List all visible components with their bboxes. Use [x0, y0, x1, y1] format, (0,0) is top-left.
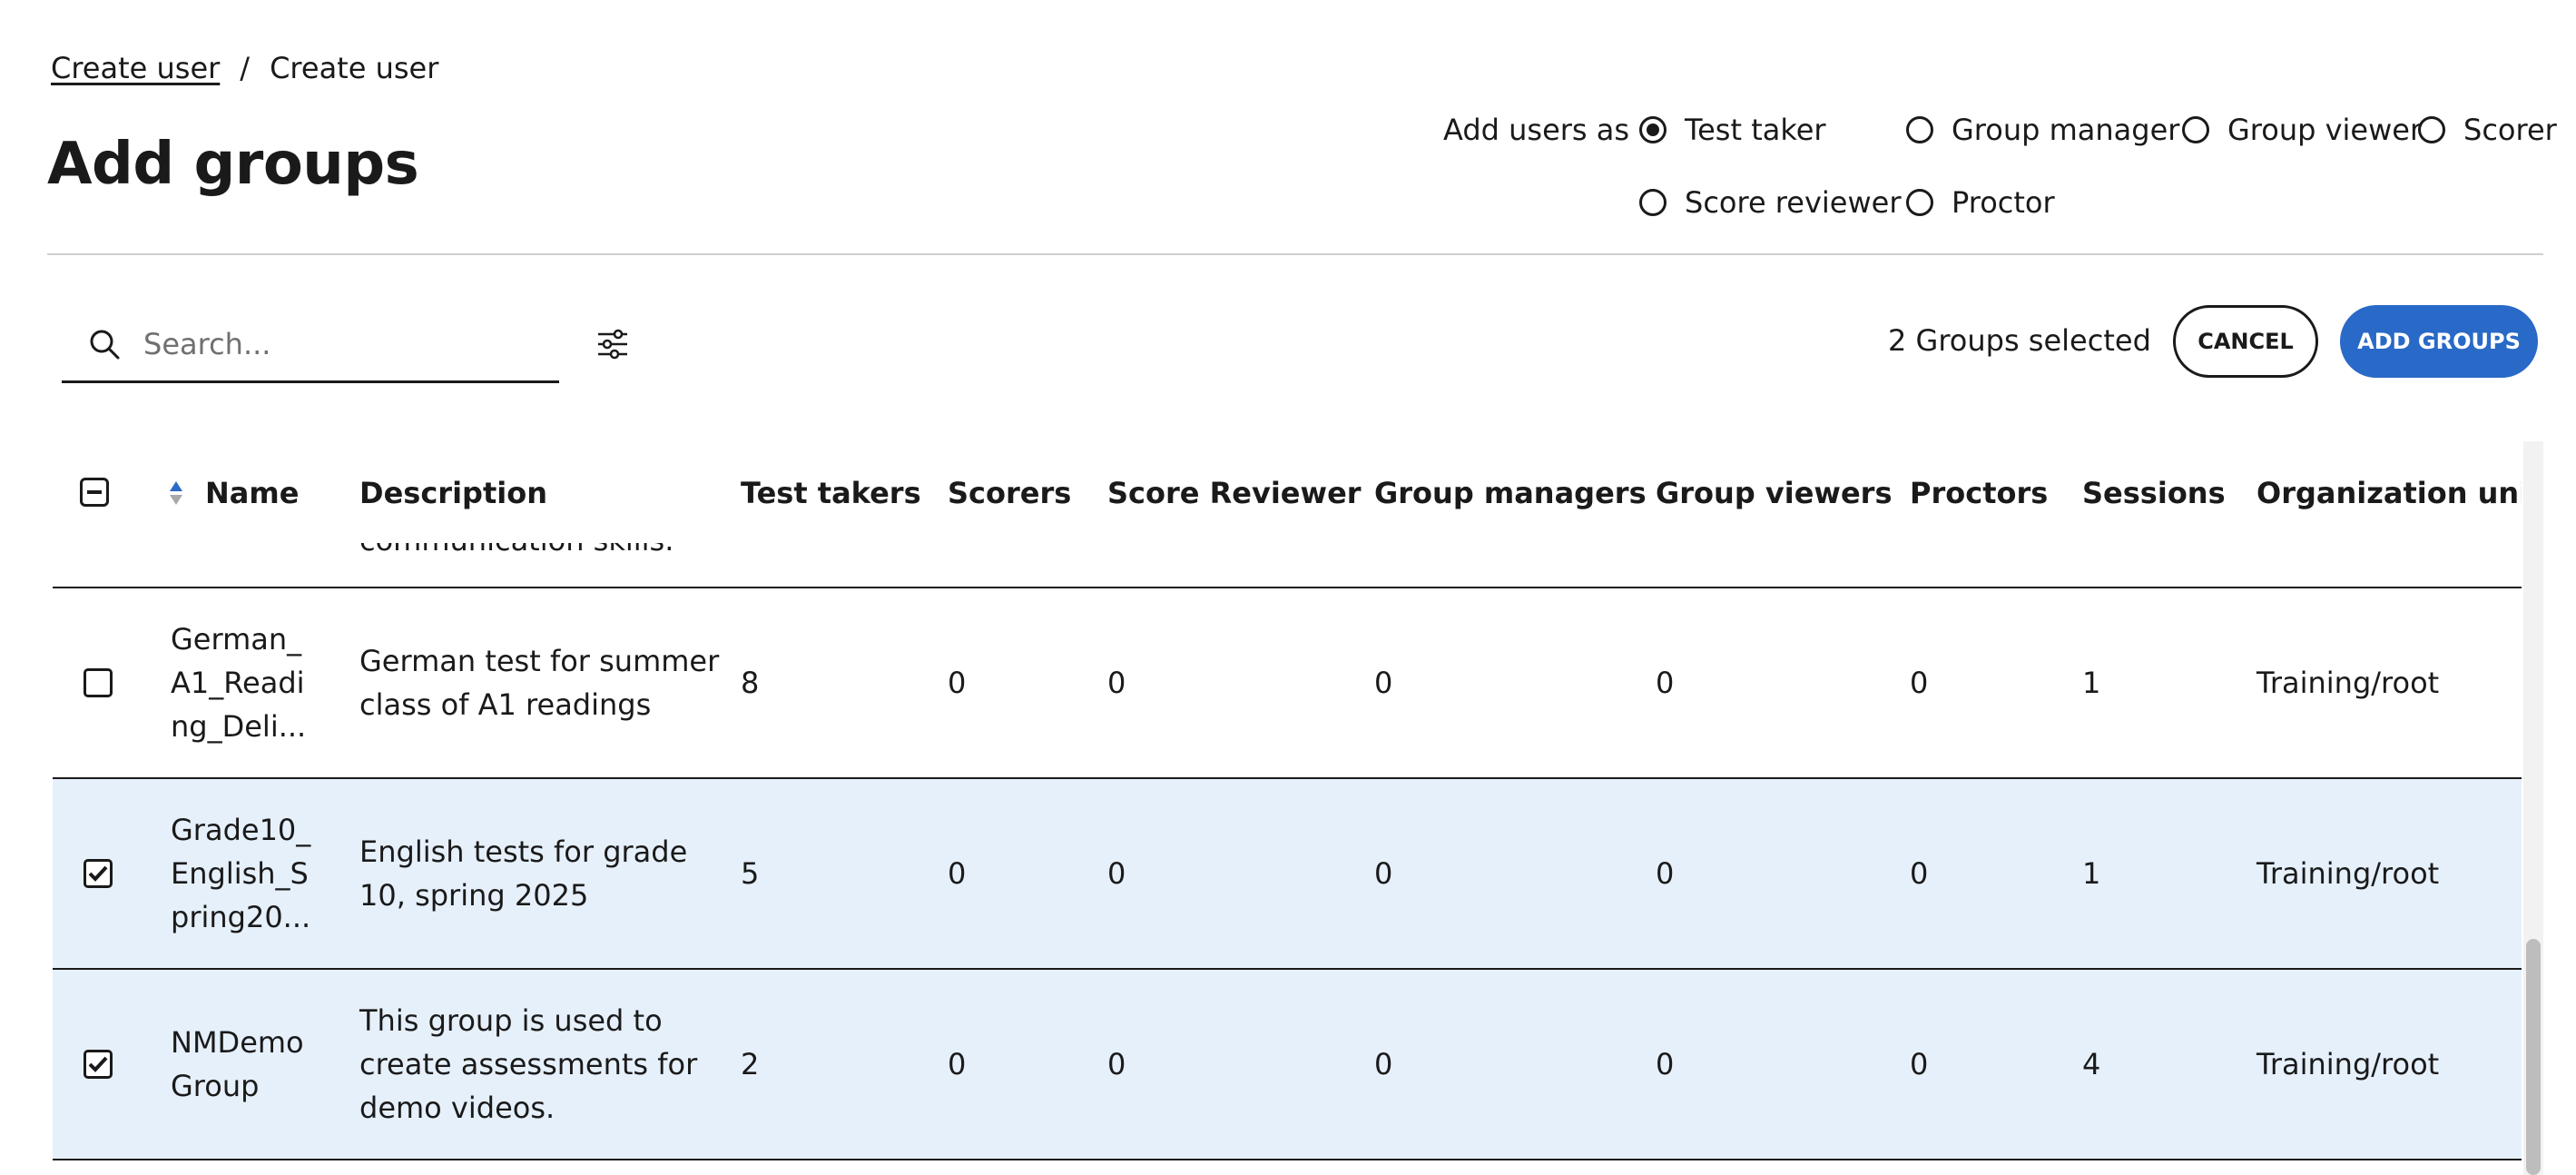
radio-unselected-icon — [1639, 189, 1667, 216]
test-takers-count: 2 — [741, 1047, 760, 1081]
breadcrumb-separator: / — [240, 51, 251, 85]
filter-button[interactable] — [592, 323, 634, 365]
group-viewers-count: 0 — [1656, 856, 1675, 891]
page-title: Add groups — [47, 131, 419, 198]
search-input[interactable] — [143, 326, 525, 361]
column-header-test-takers: Test takers — [741, 476, 921, 510]
radio-group-manager[interactable]: Group manager — [1906, 113, 2179, 147]
row-divider — [53, 587, 2522, 588]
radio-label: Proctor — [1952, 185, 2055, 220]
test-takers-count: 5 — [741, 856, 760, 891]
radio-selected-icon — [1639, 116, 1667, 143]
group-name[interactable]: Grade10_ English_S pring20... — [171, 808, 310, 939]
table-header: Name Description Test takers Scorers Sco… — [53, 441, 2522, 543]
breadcrumb-link-create-user[interactable]: Create user — [51, 51, 220, 85]
column-header-organization-unit: Organization unit — [2256, 476, 2522, 510]
score-reviewer-count: 0 — [1107, 856, 1126, 891]
group-description: English tests for grade 10, spring 2025 — [359, 834, 688, 913]
search-icon — [90, 330, 120, 359]
group-managers-count: 0 — [1374, 1047, 1393, 1081]
radio-scorer[interactable]: Scorer — [2418, 113, 2557, 147]
radio-unselected-icon — [2182, 116, 2209, 143]
score-reviewer-count: 0 — [1107, 666, 1126, 700]
cancel-button[interactable]: CANCEL — [2173, 305, 2318, 378]
group-managers-count: 0 — [1374, 666, 1393, 700]
column-header-scorers: Scorers — [948, 476, 1072, 510]
table-row[interactable]: German_ A1_Readi ng_Deli... German test … — [53, 588, 2522, 779]
proctors-count: 0 — [1910, 856, 1929, 891]
radio-label: Score reviewer — [1685, 185, 1902, 220]
sort-icon[interactable] — [169, 479, 183, 507]
organization-unit: Training/root — [2256, 856, 2440, 891]
organization-unit: Training/root — [2256, 666, 2440, 700]
column-header-description: Description — [359, 476, 547, 510]
radio-unselected-icon — [1906, 116, 1933, 143]
group-description: German test for summer class of A1 readi… — [359, 644, 720, 722]
search-box — [62, 307, 559, 383]
select-all-checkbox[interactable] — [80, 478, 109, 507]
column-header-sessions: Sessions — [2082, 476, 2226, 510]
group-description: This group is used to create assessments… — [359, 1003, 698, 1125]
row-checkbox[interactable] — [84, 1050, 113, 1079]
breadcrumb-current: Create user — [270, 51, 439, 85]
group-name[interactable]: NMDemo Group — [171, 1021, 304, 1108]
group-viewers-count: 0 — [1656, 1047, 1675, 1081]
group-viewers-count: 0 — [1656, 666, 1675, 700]
group-managers-count: 0 — [1374, 856, 1393, 891]
add-groups-button[interactable]: ADD GROUPS — [2340, 305, 2538, 378]
sessions-count: 4 — [2082, 1047, 2101, 1081]
column-header-proctors: Proctors — [1910, 476, 2049, 510]
radio-proctor[interactable]: Proctor — [1906, 185, 2055, 220]
breadcrumb: Create user / Create user — [51, 51, 438, 85]
radio-unselected-icon — [1906, 189, 1933, 216]
organization-unit: Training/root — [2256, 1047, 2440, 1081]
column-header-group-viewers: Group viewers — [1656, 476, 1893, 510]
radio-label: Test taker — [1685, 113, 1826, 147]
column-header-group-managers: Group managers — [1374, 476, 1647, 510]
group-name[interactable]: German_ A1_Readi ng_Deli... — [171, 617, 306, 748]
sessions-count: 1 — [2082, 666, 2101, 700]
add-users-as-label: Add users as — [1443, 113, 1630, 147]
scorers-count: 0 — [948, 666, 967, 700]
filter-sliders-icon — [598, 329, 627, 360]
column-header-score-reviewer: Score Reviewer — [1107, 476, 1362, 510]
scorers-count: 0 — [948, 1047, 967, 1081]
divider — [47, 253, 2543, 255]
table-row[interactable]: Grade10_ English_S pring20... English te… — [53, 779, 2522, 970]
groups-table: Name Description Test takers Scorers Sco… — [53, 441, 2522, 1175]
row-checkbox[interactable] — [84, 668, 113, 697]
radio-score-reviewer[interactable]: Score reviewer — [1639, 185, 1901, 220]
radio-unselected-icon — [2418, 116, 2445, 143]
checkmark-icon — [88, 865, 108, 882]
column-header-name[interactable]: Name — [205, 476, 299, 510]
row-checkbox[interactable] — [84, 859, 113, 888]
radio-label: Group viewer — [2227, 113, 2423, 147]
table-scrollbar[interactable] — [2523, 441, 2543, 1175]
radio-test-taker[interactable]: Test taker — [1639, 113, 1826, 147]
radio-label: Scorer — [2463, 113, 2557, 147]
score-reviewer-count: 0 — [1107, 1047, 1126, 1081]
scrollbar-thumb[interactable] — [2526, 939, 2541, 1175]
table-row[interactable]: NMDemo Group This group is used to creat… — [53, 970, 2522, 1160]
sessions-count: 1 — [2082, 856, 2101, 891]
scorers-count: 0 — [948, 856, 967, 891]
radio-label: Group manager — [1952, 113, 2180, 147]
selected-count: 2 Groups selected — [1888, 323, 2151, 358]
checkmark-icon — [88, 1056, 108, 1072]
proctors-count: 0 — [1910, 1047, 1929, 1081]
test-takers-count: 8 — [741, 666, 760, 700]
radio-group-viewer[interactable]: Group viewer — [2182, 113, 2422, 147]
proctors-count: 0 — [1910, 666, 1929, 700]
